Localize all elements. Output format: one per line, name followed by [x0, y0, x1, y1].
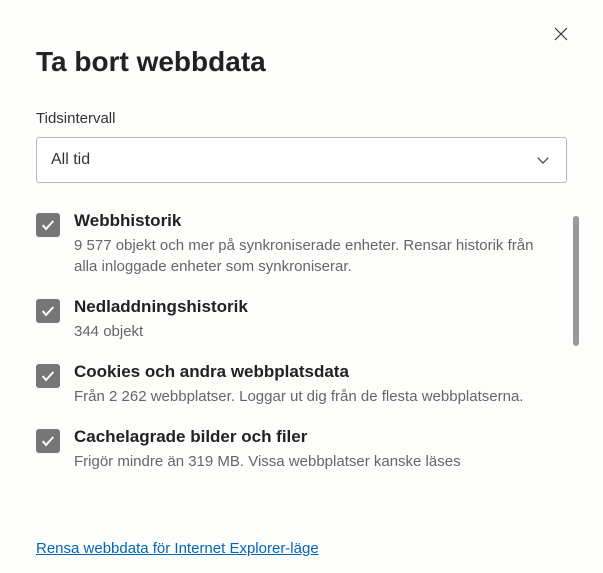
checkbox-description: Från 2 262 webbplatser. Loggar ut dig fr… [74, 386, 547, 407]
close-button[interactable] [547, 20, 575, 48]
checkbox-title: Nedladdningshistorik [74, 297, 547, 317]
check-icon [40, 217, 56, 233]
close-icon [552, 25, 570, 43]
checkbox-cookies[interactable] [36, 364, 60, 388]
fade-overlay [0, 501, 603, 529]
timerange-label: Tidsintervall [36, 110, 567, 127]
checkbox-description: 9 577 objekt och mer på synkroniserade e… [74, 235, 547, 277]
checkbox-content: Webbhistorik 9 577 objekt och mer på syn… [74, 211, 567, 277]
check-icon [40, 368, 56, 384]
dialog-title: Ta bort webbdata [36, 46, 567, 78]
check-icon [40, 433, 56, 449]
checkbox-description: Frigör mindre än 319 MB. Vissa webbplats… [74, 451, 547, 472]
chevron-down-icon [534, 151, 552, 169]
timerange-selected-value: All tid [51, 151, 90, 169]
checkbox-description: 344 objekt [74, 321, 547, 342]
timerange-dropdown[interactable]: All tid [36, 137, 567, 183]
checkbox-title: Webbhistorik [74, 211, 547, 231]
check-icon [40, 303, 56, 319]
checkbox-row-cache: Cachelagrade bilder och filer Frigör min… [36, 427, 567, 472]
checkbox-title: Cookies och andra webbplatsdata [74, 362, 547, 382]
scrollbar[interactable] [573, 216, 579, 346]
checkbox-row-webbhistorik: Webbhistorik 9 577 objekt och mer på syn… [36, 211, 567, 277]
checkbox-title: Cachelagrade bilder och filer [74, 427, 547, 447]
checkbox-row-nedladdningshistorik: Nedladdningshistorik 344 objekt [36, 297, 567, 342]
checkbox-row-cookies: Cookies och andra webbplatsdata Från 2 2… [36, 362, 567, 407]
checkbox-content: Nedladdningshistorik 344 objekt [74, 297, 567, 342]
checkbox-webbhistorik[interactable] [36, 213, 60, 237]
ie-mode-link[interactable]: Rensa webbdata för Internet Explorer-läg… [36, 540, 319, 557]
checkbox-content: Cachelagrade bilder och filer Frigör min… [74, 427, 567, 472]
checkbox-cache[interactable] [36, 429, 60, 453]
checkbox-content: Cookies och andra webbplatsdata Från 2 2… [74, 362, 567, 407]
clear-browsing-data-dialog: Ta bort webbdata Tidsintervall All tid W… [0, 0, 603, 573]
checkbox-nedladdningshistorik[interactable] [36, 299, 60, 323]
